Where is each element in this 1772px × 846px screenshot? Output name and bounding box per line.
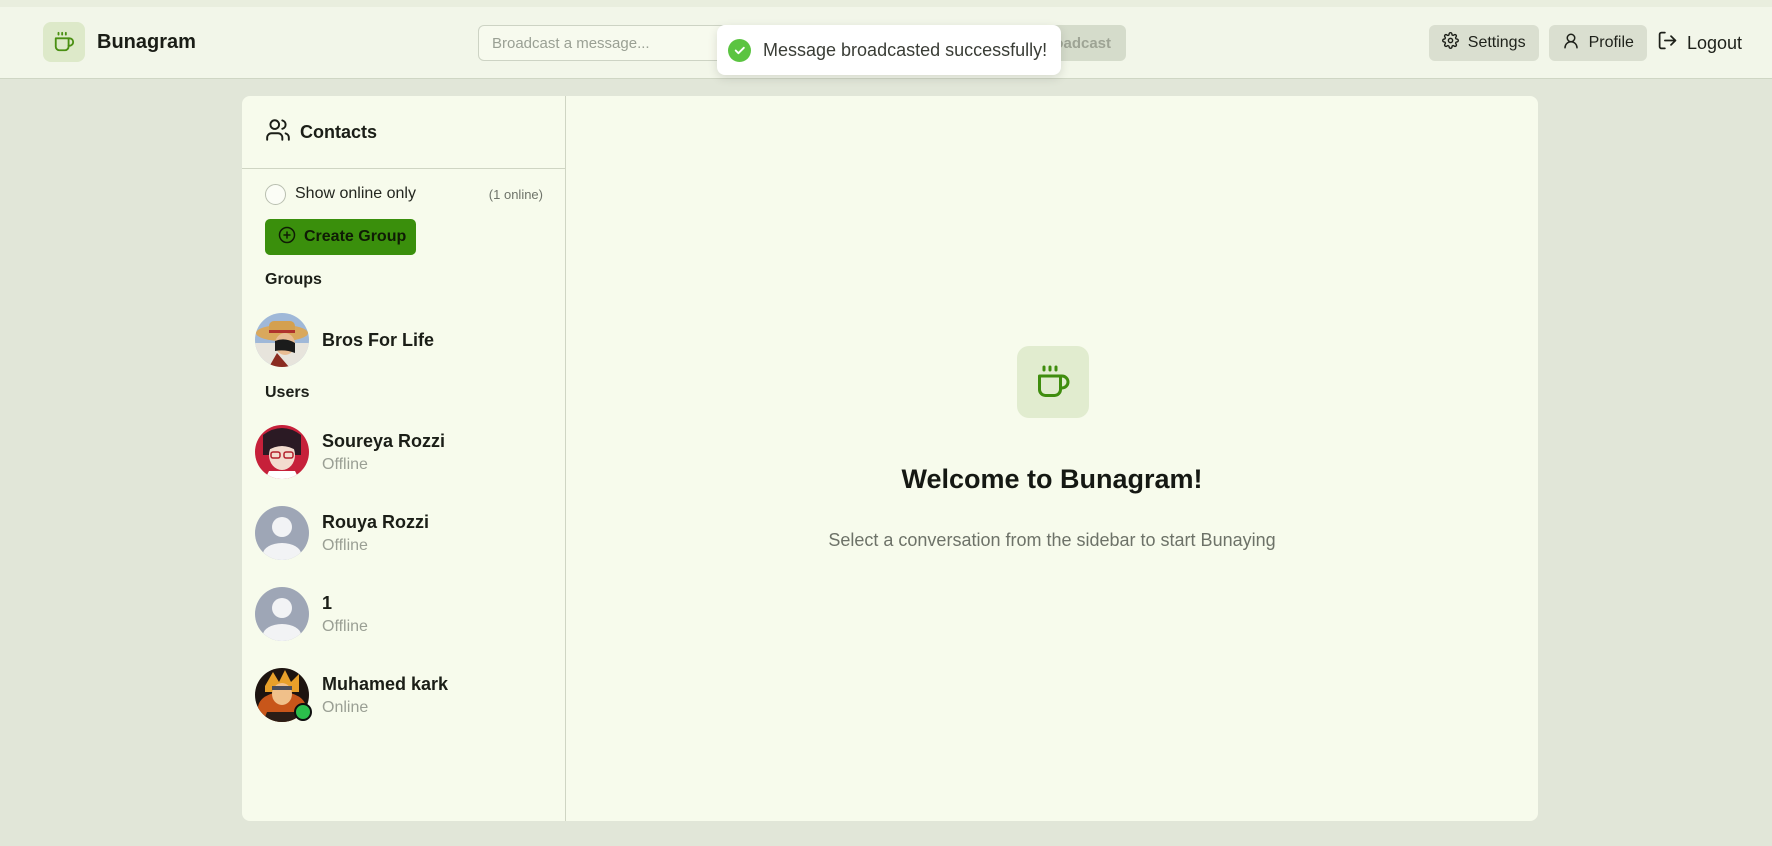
- logout-icon: [1657, 30, 1678, 56]
- contact-item[interactable]: Muhamed kark Online: [255, 666, 553, 724]
- contact-name: 1: [322, 592, 333, 613]
- user-icon: [1562, 32, 1580, 55]
- logout-button[interactable]: Logout: [1657, 25, 1742, 61]
- show-online-checkbox[interactable]: [265, 183, 286, 205]
- logout-label: Logout: [1686, 32, 1742, 53]
- profile-button[interactable]: Profile: [1548, 25, 1647, 61]
- header-actions: Settings Profile Logout: [1419, 25, 1742, 61]
- online-filter: Show online only (1 online): [265, 183, 543, 205]
- online-count: (1 online): [488, 186, 543, 202]
- coffee-cup-icon: [1017, 346, 1089, 418]
- top-navbar: Bunagram Broadcast Message broadcasted s…: [0, 0, 1772, 79]
- contacts-header: Contacts: [242, 96, 565, 169]
- check-circle-icon: [728, 38, 751, 62]
- contact-status: Offline: [322, 617, 368, 635]
- contact-item[interactable]: Soureya Rozzi Offline: [255, 423, 553, 481]
- contact-status: Offline: [322, 536, 368, 554]
- brand[interactable]: Bunagram: [43, 22, 196, 62]
- create-group-button[interactable]: Create Group: [265, 219, 416, 255]
- user-avatar: [255, 425, 309, 479]
- chat-container: Contacts Show online only (1 online) Cre…: [242, 96, 1538, 821]
- default-avatar-icon: [255, 506, 309, 560]
- group-name: Bros For Life: [322, 329, 435, 350]
- contact-status: Online: [322, 698, 369, 716]
- toast-message: Message broadcasted successfully!: [763, 39, 1048, 60]
- groups-heading: Groups: [265, 271, 322, 288]
- coffee-cup-icon: [43, 22, 85, 62]
- contacts-title: Contacts: [300, 121, 378, 142]
- create-group-label: Create Group: [304, 228, 407, 245]
- show-online-label[interactable]: Show online only: [295, 185, 416, 203]
- contact-name: Rouya Rozzi: [322, 511, 430, 532]
- profile-label: Profile: [1588, 34, 1634, 51]
- group-item[interactable]: Bros For Life: [255, 311, 553, 369]
- welcome-title: Welcome to Bunagram!: [901, 464, 1203, 494]
- users-icon: [265, 117, 291, 148]
- plus-circle-icon: [278, 226, 296, 249]
- contact-status: Offline: [322, 455, 368, 473]
- contact-name: Soureya Rozzi: [322, 430, 446, 451]
- contact-name: Muhamed kark: [322, 673, 449, 694]
- contact-item[interactable]: 1 Offline: [255, 585, 553, 643]
- welcome-subtitle: Select a conversation from the sidebar t…: [828, 530, 1276, 550]
- group-avatar: [255, 313, 309, 367]
- contacts-sidebar: Contacts Show online only (1 online) Cre…: [242, 96, 566, 821]
- default-avatar-icon: [255, 587, 309, 641]
- app-name: Bunagram: [97, 30, 196, 53]
- contact-item[interactable]: Rouya Rozzi Offline: [255, 504, 553, 562]
- users-heading: Users: [265, 384, 310, 401]
- gear-icon: [1441, 32, 1459, 54]
- broadcast-input[interactable]: [478, 25, 728, 61]
- user-avatar: [255, 668, 312, 722]
- online-indicator: [294, 703, 312, 721]
- settings-button[interactable]: Settings: [1428, 25, 1539, 61]
- success-toast: Message broadcasted successfully!: [717, 25, 1061, 75]
- settings-label: Settings: [1467, 34, 1526, 51]
